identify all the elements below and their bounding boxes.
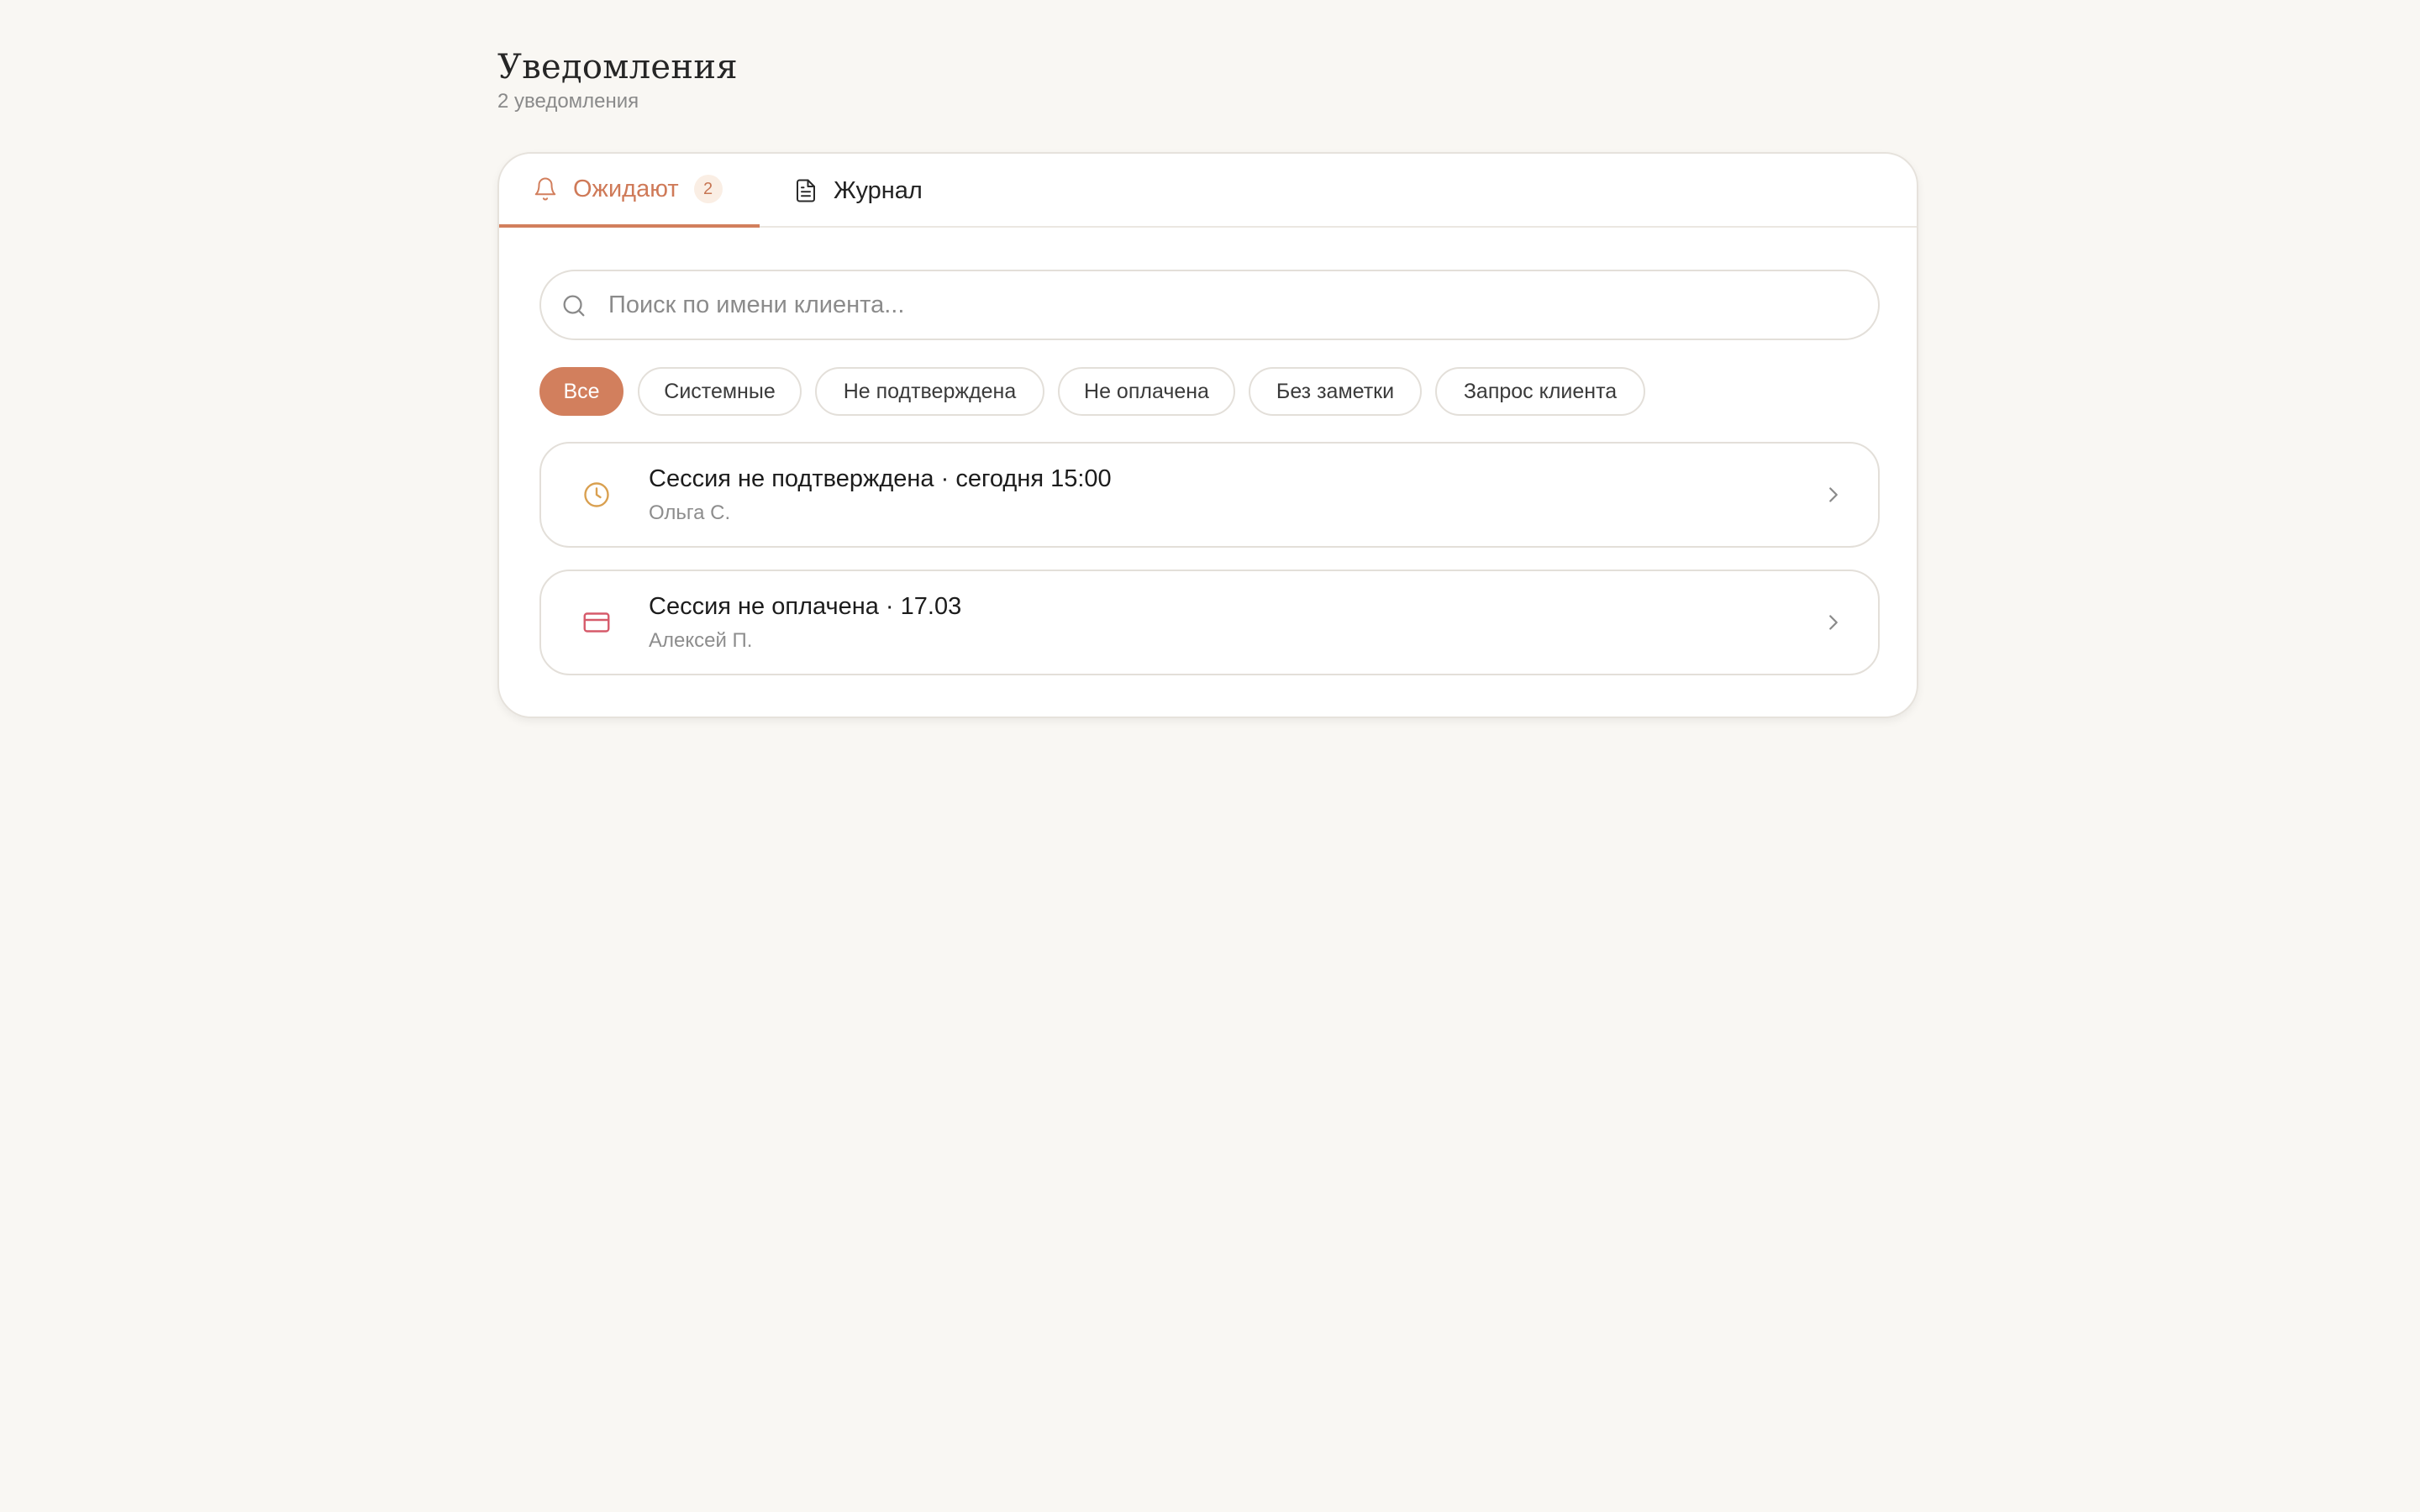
credit-card-icon — [581, 607, 612, 638]
chevron-right-icon — [1821, 610, 1846, 635]
filter-all[interactable]: Все — [539, 367, 623, 416]
filter-no-note[interactable]: Без заметки — [1249, 367, 1422, 416]
notifications-card: Ожидают 2 Журнал Поиск по имени клиента.… — [497, 152, 1918, 718]
filter-unpaid[interactable]: Не оплачена — [1058, 367, 1235, 416]
document-icon — [793, 178, 818, 203]
notification-item[interactable]: Сессия не подтверждена · сегодня 15:00 О… — [539, 442, 1880, 548]
notification-title: Сессия не подтверждена · сегодня 15:00 — [649, 465, 1112, 492]
tab-journal[interactable]: Журнал — [793, 154, 923, 228]
bell-icon — [533, 176, 558, 202]
search-icon — [560, 291, 588, 320]
tab-bar: Ожидают 2 Журнал — [499, 154, 1917, 228]
notification-client: Алексей П. — [649, 629, 753, 652]
filter-system[interactable]: Системные — [638, 367, 802, 416]
tab-pending-label: Ожидают — [573, 175, 679, 202]
page-title: Уведомления — [497, 48, 738, 87]
notification-count: 2 уведомления — [497, 90, 639, 113]
filter-client-request[interactable]: Запрос клиента — [1435, 367, 1645, 416]
search-input[interactable] — [608, 271, 1860, 339]
notification-item[interactable]: Сессия не оплачена · 17.03 Алексей П. — [539, 570, 1880, 675]
notification-title: Сессия не оплачена · 17.03 — [649, 593, 962, 620]
filter-unconfirmed[interactable]: Не подтверждена — [815, 367, 1044, 416]
tab-journal-label: Журнал — [834, 176, 923, 204]
tab-pending[interactable]: Ожидают 2 — [499, 154, 760, 228]
notification-client: Ольга С. — [649, 501, 731, 524]
chevron-right-icon — [1821, 482, 1846, 507]
clock-icon — [581, 480, 612, 510]
search-box — [539, 270, 1880, 340]
notifications-page: Уведомления 2 уведомления Ожидают 2 Журн… — [497, 47, 1922, 718]
pending-count-badge: 2 — [693, 175, 723, 203]
